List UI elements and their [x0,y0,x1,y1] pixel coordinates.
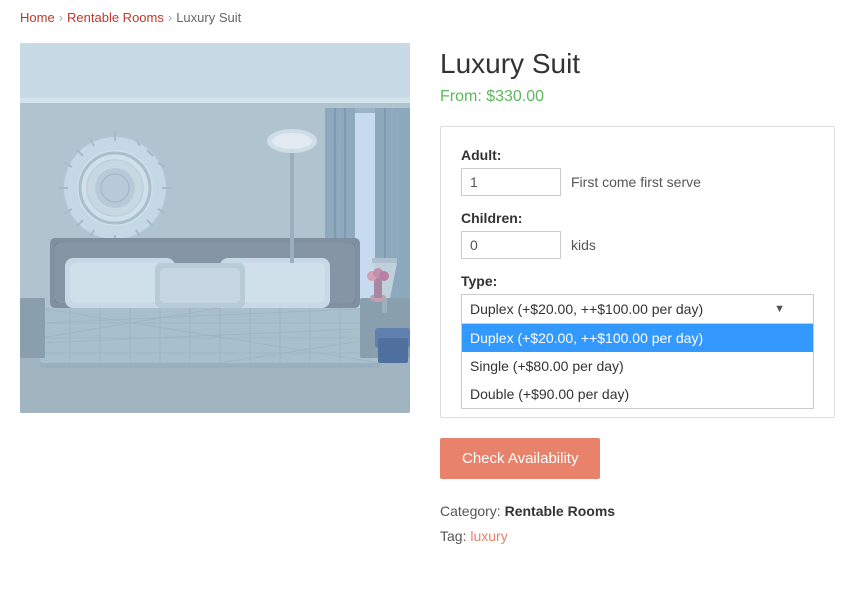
type-dropdown-list: Duplex (+$20.00, ++$100.00 per day) Sing… [461,324,814,409]
children-row: Children: kids [461,210,814,259]
children-label: Children: [461,210,814,226]
category-row: Category: Rentable Rooms [440,499,835,524]
tag-row: Tag: luxury [440,524,835,549]
adult-hint: First come first serve [571,174,701,190]
type-dropdown-display[interactable]: Duplex (+$20.00, ++$100.00 per day) ▼ [461,294,814,324]
room-title: Luxury Suit [440,48,835,80]
room-details: Luxury Suit From: $330.00 Adult: First c… [440,43,835,549]
room-price: From: $330.00 [440,88,835,106]
children-hint: kids [571,237,596,253]
dropdown-arrow-icon: ▼ [774,303,785,315]
check-availability-button[interactable]: Check Availability [440,438,600,479]
tag-link[interactable]: luxury [470,528,507,544]
children-input[interactable] [461,231,561,259]
breadcrumb-current: Luxury Suit [176,10,241,25]
type-option-single[interactable]: Single (+$80.00 per day) [462,352,813,380]
breadcrumb-sep-2: › [168,10,172,25]
breadcrumb: Home › Rentable Rooms › Luxury Suit [20,10,835,25]
adult-row: Adult: First come first serve [461,147,814,196]
breadcrumb-parent[interactable]: Rentable Rooms [67,10,164,25]
tag-label: Tag: [440,528,466,544]
adult-label: Adult: [461,147,814,163]
type-option-duplex[interactable]: Duplex (+$20.00, ++$100.00 per day) [462,324,813,352]
type-dropdown[interactable]: Duplex (+$20.00, ++$100.00 per day) ▼ Du… [461,294,814,324]
meta-info: Category: Rentable Rooms Tag: luxury [440,499,835,549]
category-value: Rentable Rooms [505,503,615,519]
type-option-double[interactable]: Double (+$90.00 per day) [462,380,813,408]
adult-input[interactable] [461,168,561,196]
room-image-svg [20,43,410,413]
main-content: Luxury Suit From: $330.00 Adult: First c… [20,43,835,549]
type-selected-value: Duplex (+$20.00, ++$100.00 per day) [470,301,703,317]
type-row: Type: Duplex (+$20.00, ++$100.00 per day… [461,273,814,324]
children-input-row: kids [461,231,814,259]
category-label: Category: [440,503,501,519]
booking-form: Adult: First come first serve Children: … [440,126,835,418]
adult-input-row: First come first serve [461,168,814,196]
breadcrumb-sep-1: › [59,10,63,25]
breadcrumb-home[interactable]: Home [20,10,55,25]
room-image [20,43,410,413]
type-label: Type: [461,273,814,289]
